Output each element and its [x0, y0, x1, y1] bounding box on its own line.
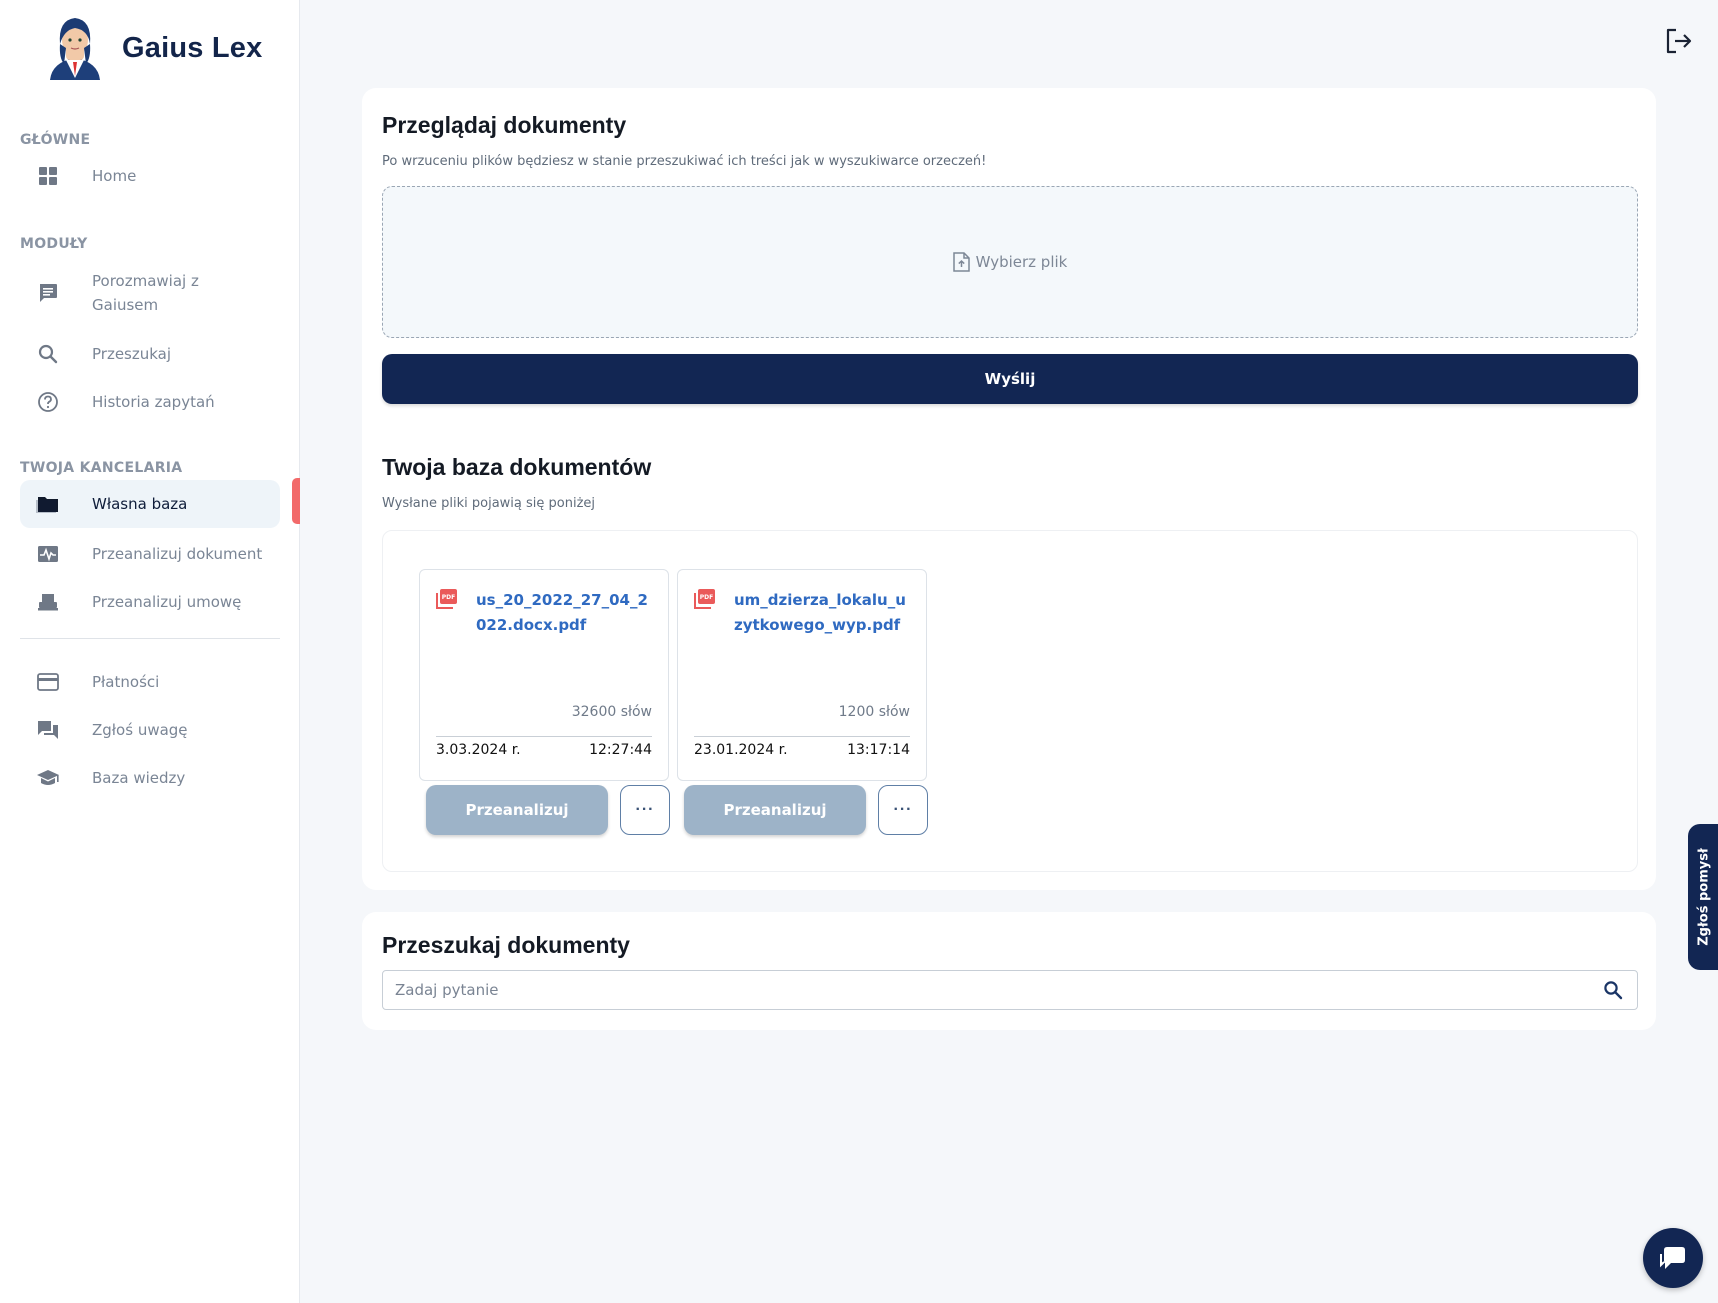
sidebar-item-report[interactable]: Zgłoś uwagę: [20, 714, 280, 746]
file-dropzone[interactable]: Wybierz plik: [382, 186, 1638, 338]
database-subtitle: Wysłane pliki pojawią się poniżej: [382, 496, 596, 511]
sidebar-item-label: Historia zapytań: [92, 393, 215, 411]
section-title-main: GŁÓWNE: [20, 132, 91, 148]
logout-button[interactable]: [1664, 26, 1694, 56]
logout-icon: [1666, 28, 1692, 54]
analyze-button[interactable]: Przeanalizuj: [684, 785, 866, 835]
sidebar-item-analyze-contract[interactable]: Przeanalizuj umowę: [20, 586, 280, 618]
search-icon: [28, 343, 68, 365]
active-item-marker: [292, 478, 300, 524]
sidebar-item-knowledge[interactable]: Baza wiedzy: [20, 762, 280, 794]
printer-icon: [28, 592, 68, 612]
documents-panel: Przeglądaj dokumenty Po wrzuceniu plików…: [362, 88, 1656, 890]
svg-text:PDF: PDF: [700, 594, 713, 601]
search-title: Przeszukaj dokumenty: [382, 932, 630, 958]
browse-subtitle: Po wrzuceniu plików będziesz w stanie pr…: [382, 154, 987, 169]
pdf-icon: PDF: [694, 589, 715, 609]
sidebar-item-payments[interactable]: Płatności: [20, 666, 280, 698]
document-divider: [436, 736, 652, 737]
file-upload-icon: [952, 252, 970, 272]
sidebar-divider: [20, 638, 280, 639]
sidebar-item-label: Porozmawiaj z Gaiusem: [92, 272, 199, 314]
document-time: 12:27:44: [589, 742, 652, 758]
sidebar-item-label: Baza wiedzy: [92, 769, 186, 787]
document-word-count: 1200 słów: [838, 704, 910, 720]
search-panel: Przeszukaj dokumenty: [362, 912, 1656, 1030]
sidebar-item-history[interactable]: Historia zapytań: [20, 386, 280, 418]
sidebar-item-own-base[interactable]: Własna baza: [20, 480, 280, 528]
search-field: [382, 970, 1638, 1010]
sidebar-item-home[interactable]: Home: [20, 160, 280, 192]
pulse-icon: [28, 544, 68, 564]
document-date: 3.03.2024 r.: [436, 742, 521, 758]
feedback-tab-label: Zgłoś pomysł: [1696, 848, 1712, 946]
forum-icon: [28, 719, 68, 741]
folder-icon: [28, 493, 68, 515]
document-word-count: 32600 słów: [571, 704, 652, 720]
document-filename[interactable]: um_dzierza_lokalu_uzytkowego_wyp.pdf: [734, 588, 914, 638]
documents-list: PDF us_20_2022_27_04_2022.docx.pdf 32600…: [382, 530, 1638, 872]
document-card: PDF um_dzierza_lokalu_uzytkowego_wyp.pdf…: [677, 569, 927, 781]
sidebar-item-label: Zgłoś uwagę: [92, 721, 188, 739]
chat-bubble-button[interactable]: [1643, 1228, 1703, 1288]
document-time: 13:17:14: [847, 742, 910, 758]
document-card: PDF us_20_2022_27_04_2022.docx.pdf 32600…: [419, 569, 669, 781]
sidebar-item-label: Przeanalizuj dokument: [92, 545, 263, 563]
choose-file-label: Wybierz plik: [975, 253, 1068, 271]
search-input[interactable]: [395, 971, 1585, 1009]
sidebar-item-label: Płatności: [92, 673, 160, 691]
credit-card-icon: [28, 673, 68, 691]
chat-bubble-icon: [1660, 1247, 1685, 1269]
feedback-tab[interactable]: Zgłoś pomysł: [1688, 824, 1718, 970]
message-icon: [28, 282, 68, 304]
sidebar-item-label: Przeszukaj: [92, 345, 172, 363]
brand[interactable]: Gaius Lex: [44, 14, 262, 82]
section-title-modules: MODUŁY: [20, 236, 88, 252]
search-icon[interactable]: [1603, 980, 1623, 1004]
database-title: Twoja baza dokumentów: [382, 454, 652, 480]
sidebar: Gaius Lex GŁÓWNE Home MODUŁY Porozmawiaj…: [0, 0, 300, 1303]
analyze-button[interactable]: Przeanalizuj: [426, 785, 608, 835]
grid-icon: [28, 166, 68, 186]
svg-text:PDF: PDF: [442, 594, 455, 601]
sidebar-item-search[interactable]: Przeszukaj: [20, 338, 280, 370]
sidebar-item-label: Przeanalizuj umowę: [92, 593, 242, 611]
graduation-cap-icon: [28, 768, 68, 788]
gaius-avatar: [50, 18, 100, 80]
pdf-icon: PDF: [436, 589, 457, 609]
document-filename[interactable]: us_20_2022_27_04_2022.docx.pdf: [476, 588, 656, 638]
sidebar-item-label: Własna baza: [92, 495, 188, 513]
browse-title: Przeglądaj dokumenty: [382, 112, 627, 138]
more-options-button[interactable]: ···: [620, 785, 670, 835]
sidebar-item-analyze-document[interactable]: Przeanalizuj dokument: [20, 538, 280, 570]
sidebar-item-chat[interactable]: Porozmawiaj z Gaiusem: [20, 268, 280, 318]
more-options-button[interactable]: ···: [878, 785, 928, 835]
brand-name: Gaius Lex: [122, 31, 263, 64]
sidebar-item-label: Home: [92, 167, 137, 185]
section-title-office: TWOJA KANCELARIA: [20, 460, 183, 476]
send-button[interactable]: Wyślij: [382, 354, 1638, 404]
help-circle-icon: [28, 391, 68, 413]
document-date: 23.01.2024 r.: [694, 742, 788, 758]
document-divider: [694, 736, 910, 737]
